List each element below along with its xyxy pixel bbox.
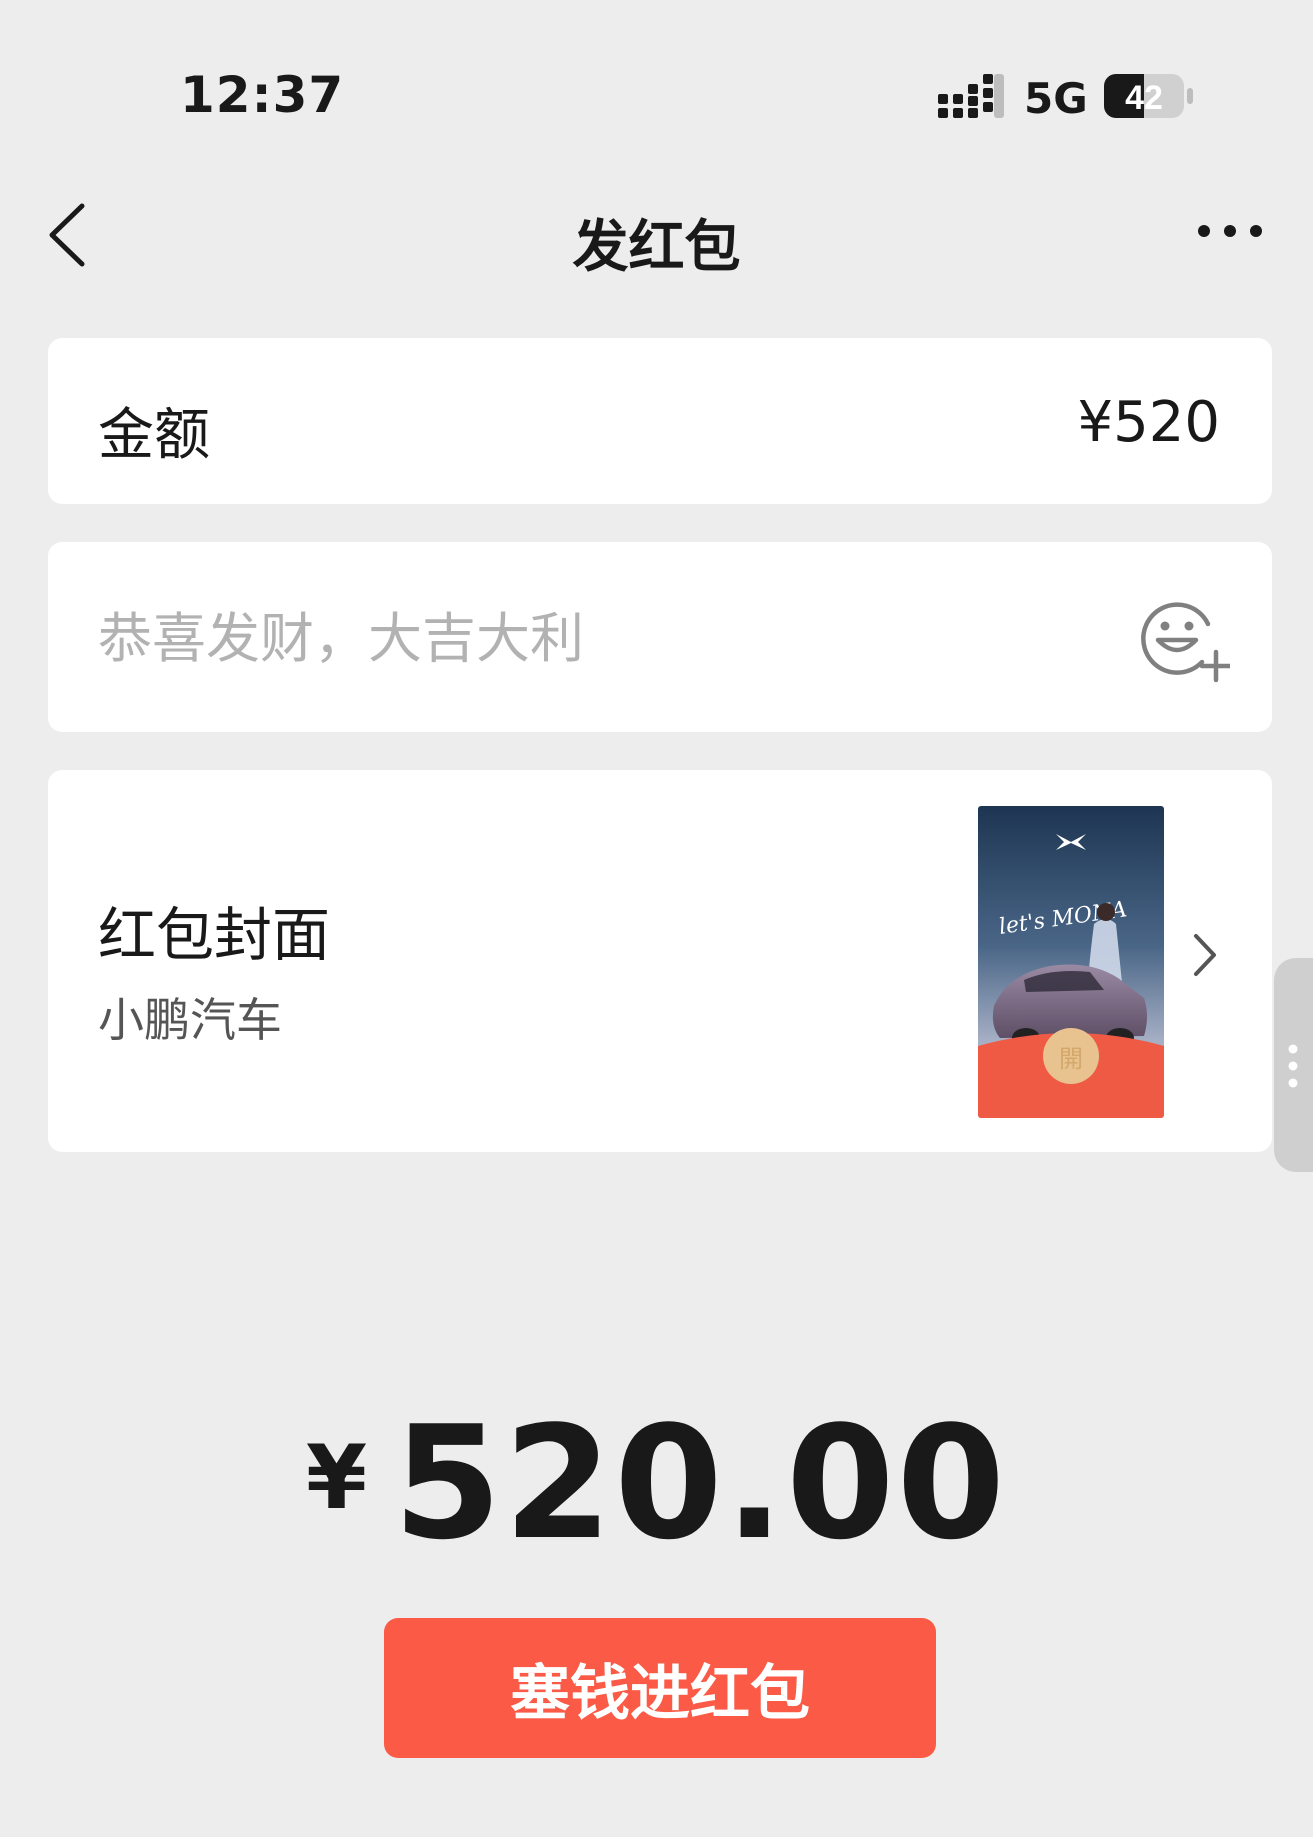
amount-label: 金额 [98, 403, 210, 468]
battery-level: 42 [1125, 79, 1163, 117]
status-bar: 12:37 5G 42 [0, 0, 1313, 150]
vertical-dots-icon [1288, 1044, 1298, 1088]
network-type: 5G [1024, 74, 1088, 123]
cover-thumbnail: let's MONA 開 [978, 806, 1164, 1118]
total-amount: ¥520.00 [0, 1392, 1313, 1574]
total-value: 520.00 [393, 1392, 1008, 1574]
total-currency: ¥ [305, 1426, 368, 1529]
signal-strength-icon [938, 74, 1004, 118]
amount-value[interactable]: ¥520 [1077, 390, 1220, 455]
page-title: 发红包 [572, 215, 741, 280]
cover-brand: 小鹏汽车 [98, 993, 282, 1047]
red-packet-cover-row[interactable]: 红包封面 小鹏汽车 let's MONA 開 [48, 770, 1272, 1152]
emoji-add-icon[interactable] [1138, 594, 1230, 684]
chevron-right-icon [1194, 934, 1216, 976]
greeting-row [48, 542, 1272, 732]
battery-icon: 42 [1104, 74, 1193, 118]
cover-title: 红包封面 [98, 901, 331, 969]
nav-bar: 发红包 [0, 180, 1313, 290]
greeting-input[interactable] [98, 598, 1078, 678]
amount-row[interactable]: 金额 ¥520 [48, 338, 1272, 504]
side-drag-handle[interactable] [1274, 958, 1313, 1172]
put-money-button[interactable]: 塞钱进红包 [384, 1618, 936, 1758]
more-dots-icon[interactable] [1196, 216, 1264, 246]
cover-open-label: 開 [1059, 1045, 1083, 1073]
status-time: 12:37 [180, 66, 345, 124]
send-red-packet-page: 12:37 5G 42 发红包 金额 ¥520 恭喜发财，大吉大利 红包封面 小… [0, 0, 1313, 1837]
